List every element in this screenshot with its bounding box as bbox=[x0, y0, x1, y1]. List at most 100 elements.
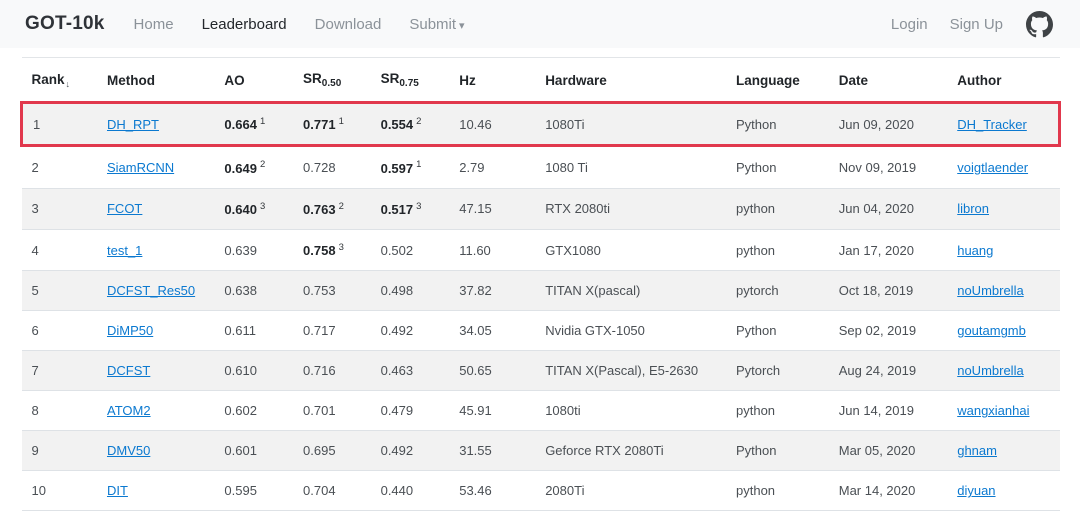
author-link[interactable]: ghnam bbox=[957, 443, 997, 458]
cell-sr50: 0.7632 bbox=[293, 188, 371, 229]
cell-hz: 47.15 bbox=[449, 188, 535, 229]
method-link[interactable]: ATOM2 bbox=[107, 403, 151, 418]
cell-ao: 0.601 bbox=[214, 431, 293, 471]
method-link[interactable]: DiMP50 bbox=[107, 323, 153, 338]
cell-rank: 4 bbox=[22, 229, 97, 270]
column-header-date[interactable]: Date bbox=[829, 58, 947, 103]
cell-ao: 0.638 bbox=[214, 271, 293, 311]
cell-hz: 10.46 bbox=[449, 103, 535, 146]
sign-up-link[interactable]: Sign Up bbox=[943, 12, 1010, 37]
brand-logo[interactable]: GOT-10k bbox=[25, 13, 105, 35]
cell-language: Python bbox=[726, 431, 829, 471]
cell-hardware: 2080Ti bbox=[535, 471, 726, 511]
cell-date: Jun 04, 2020 bbox=[829, 188, 947, 229]
cell-author: diyuan bbox=[947, 471, 1059, 511]
rank-superscript: 3 bbox=[339, 242, 344, 253]
cell-sr75: 0.463 bbox=[371, 351, 450, 391]
cell-hardware: RTX 2080ti bbox=[535, 188, 726, 229]
cell-sr75: 0.5971 bbox=[371, 146, 450, 188]
cell-language: Pytorch bbox=[726, 351, 829, 391]
cell-hardware: 1080 Ti bbox=[535, 146, 726, 188]
cell-author: wangxianhai bbox=[947, 391, 1059, 431]
author-link[interactable]: goutamgmb bbox=[957, 323, 1026, 338]
column-header-hz[interactable]: Hz bbox=[449, 58, 535, 103]
cell-date: Oct 18, 2019 bbox=[829, 271, 947, 311]
table-row-7: 7DCFST0.6100.7160.46350.65TITAN X(Pascal… bbox=[22, 351, 1060, 391]
github-icon[interactable] bbox=[1026, 11, 1053, 38]
cell-author: huang bbox=[947, 229, 1059, 270]
cell-language: python bbox=[726, 229, 829, 270]
author-link[interactable]: voigtlaender bbox=[957, 160, 1028, 175]
table-row-3: 3FCOT0.64030.76320.517347.15RTX 2080tipy… bbox=[22, 188, 1060, 229]
method-link[interactable]: DCFST bbox=[107, 363, 150, 378]
column-header-sr75[interactable]: SR0.75 bbox=[371, 58, 450, 103]
author-link[interactable]: noUmbrella bbox=[957, 283, 1023, 298]
cell-sr50: 0.728 bbox=[293, 146, 371, 188]
method-link[interactable]: FCOT bbox=[107, 201, 142, 216]
method-link[interactable]: DCFST_Res50 bbox=[107, 283, 195, 298]
author-link[interactable]: noUmbrella bbox=[957, 363, 1023, 378]
cell-sr75: 0.502 bbox=[371, 229, 450, 270]
author-link[interactable]: huang bbox=[957, 243, 993, 258]
leaderboard-table: Rank↓MethodAOSR0.50SR0.75HzHardwareLangu… bbox=[20, 57, 1061, 511]
cell-sr50: 0.704 bbox=[293, 471, 371, 511]
cell-sr75: 0.440 bbox=[371, 471, 450, 511]
cell-rank: 3 bbox=[22, 188, 97, 229]
cell-sr50: 0.753 bbox=[293, 271, 371, 311]
rank-superscript: 1 bbox=[416, 159, 421, 170]
cell-sr50: 0.695 bbox=[293, 431, 371, 471]
cell-method: DiMP50 bbox=[97, 311, 214, 351]
cell-sr75: 0.479 bbox=[371, 391, 450, 431]
cell-sr50: 0.7711 bbox=[293, 103, 371, 146]
cell-sr50: 0.717 bbox=[293, 311, 371, 351]
cell-hardware: GTX1080 bbox=[535, 229, 726, 270]
cell-rank: 6 bbox=[22, 311, 97, 351]
author-link[interactable]: wangxianhai bbox=[957, 403, 1029, 418]
column-header-rank[interactable]: Rank↓ bbox=[22, 58, 97, 103]
author-link[interactable]: DH_Tracker bbox=[957, 117, 1027, 132]
login-link[interactable]: Login bbox=[884, 12, 935, 37]
method-link[interactable]: DIT bbox=[107, 483, 128, 498]
cell-method: SiamRCNN bbox=[97, 146, 214, 188]
method-link[interactable]: test_1 bbox=[107, 243, 142, 258]
column-header-sr50[interactable]: SR0.50 bbox=[293, 58, 371, 103]
cell-hz: 50.65 bbox=[449, 351, 535, 391]
rank-superscript: 1 bbox=[260, 116, 265, 127]
cell-rank: 5 bbox=[22, 271, 97, 311]
table-header-row: Rank↓MethodAOSR0.50SR0.75HzHardwareLangu… bbox=[22, 58, 1060, 103]
cell-ao: 0.639 bbox=[214, 229, 293, 270]
cell-author: noUmbrella bbox=[947, 271, 1059, 311]
method-link[interactable]: SiamRCNN bbox=[107, 160, 174, 175]
table-row-1: 1DH_RPT0.66410.77110.554210.461080TiPyth… bbox=[22, 103, 1060, 146]
nav-item-leaderboard[interactable]: Leaderboard bbox=[195, 12, 294, 37]
cell-rank: 7 bbox=[22, 351, 97, 391]
cell-hz: 31.55 bbox=[449, 431, 535, 471]
method-link[interactable]: DMV50 bbox=[107, 443, 150, 458]
column-header-hardware[interactable]: Hardware bbox=[535, 58, 726, 103]
rank-superscript: 2 bbox=[260, 159, 265, 170]
nav-item-submit[interactable]: Submit▾ bbox=[402, 12, 471, 37]
cell-date: Jun 14, 2019 bbox=[829, 391, 947, 431]
nav-item-home[interactable]: Home bbox=[127, 12, 181, 37]
cell-hz: 11.60 bbox=[449, 229, 535, 270]
column-header-method[interactable]: Method bbox=[97, 58, 214, 103]
cell-hardware: 1080ti bbox=[535, 391, 726, 431]
rank-superscript: 3 bbox=[260, 201, 265, 212]
nav-item-download[interactable]: Download bbox=[308, 12, 389, 37]
column-header-ao[interactable]: AO bbox=[214, 58, 293, 103]
column-header-language[interactable]: Language bbox=[726, 58, 829, 103]
author-link[interactable]: libron bbox=[957, 201, 989, 216]
cell-sr75: 0.5173 bbox=[371, 188, 450, 229]
cell-sr50: 0.7583 bbox=[293, 229, 371, 270]
cell-method: ATOM2 bbox=[97, 391, 214, 431]
cell-hardware: Geforce RTX 2080Ti bbox=[535, 431, 726, 471]
cell-date: Mar 14, 2020 bbox=[829, 471, 947, 511]
method-link[interactable]: DH_RPT bbox=[107, 117, 159, 132]
cell-language: pytorch bbox=[726, 271, 829, 311]
author-link[interactable]: diyuan bbox=[957, 483, 995, 498]
cell-language: Python bbox=[726, 103, 829, 146]
cell-author: voigtlaender bbox=[947, 146, 1059, 188]
column-subscript: 0.50 bbox=[322, 78, 341, 89]
cell-language: python bbox=[726, 188, 829, 229]
column-header-author[interactable]: Author bbox=[947, 58, 1059, 103]
